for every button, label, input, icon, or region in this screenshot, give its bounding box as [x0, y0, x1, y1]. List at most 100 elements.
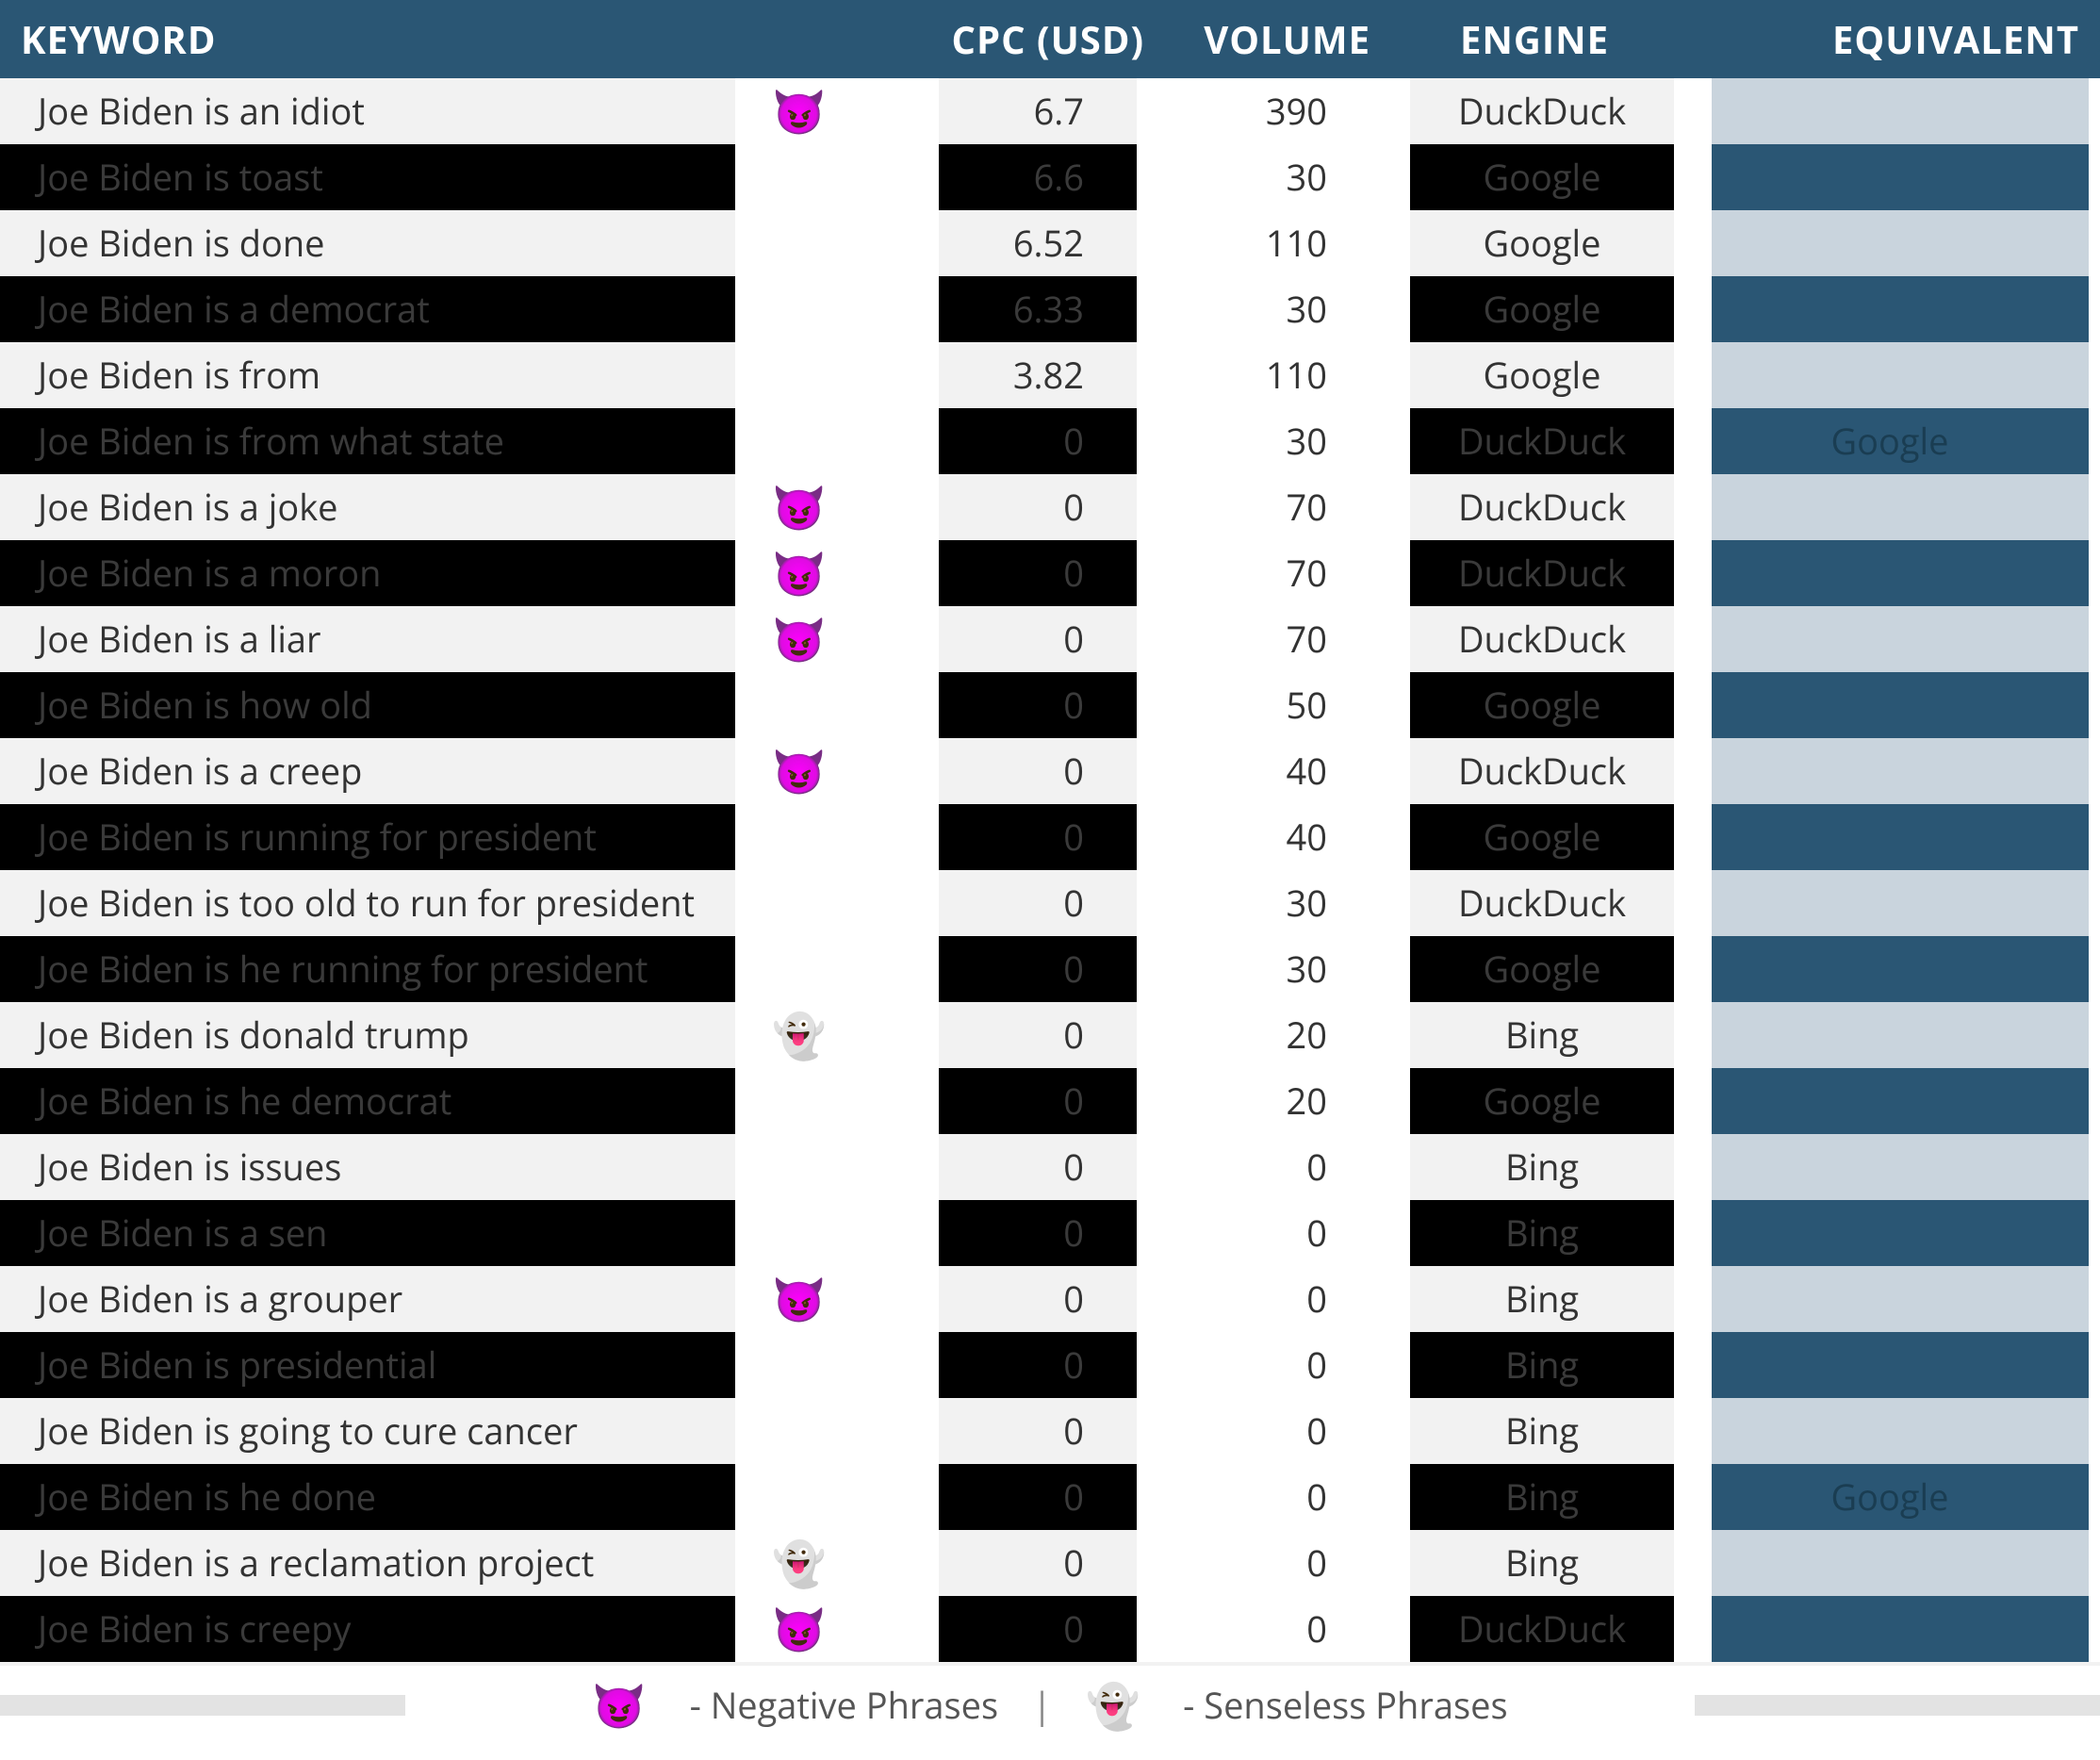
keyword-cell: Joe Biden is a joke — [0, 474, 735, 540]
table-row: Joe Biden is a sen00Bing — [0, 1200, 2100, 1266]
engine-cell: Bing — [1410, 1200, 1674, 1266]
volume-cell: 30 — [1174, 408, 1372, 474]
equivalent-cell — [1712, 276, 2089, 342]
keyword-cell: Joe Biden is an idiot — [0, 78, 735, 144]
cpc-cell: 0 — [939, 804, 1137, 870]
cpc-cell: 0 — [939, 1398, 1137, 1464]
equivalent-cell — [1712, 1596, 2089, 1662]
cpc-cell: 0 — [939, 540, 1137, 606]
devil-icon: 😈 — [772, 1277, 826, 1321]
volume-cell: 0 — [1174, 1530, 1372, 1596]
cpc-cell: 0 — [939, 1068, 1137, 1134]
keyword-cell: Joe Biden is a grouper — [0, 1266, 735, 1332]
keyword-cell: Joe Biden is he done — [0, 1464, 735, 1530]
volume-cell: 70 — [1174, 606, 1372, 672]
header-engine[interactable]: ENGINE — [1391, 0, 1678, 78]
cpc-cell: 0 — [939, 1530, 1137, 1596]
table-row: Joe Biden is too old to run for presiden… — [0, 870, 2100, 936]
tag-icon: 😈 — [735, 749, 863, 793]
table-row: Joe Biden is done6.52110Google — [0, 210, 2100, 276]
cpc-cell: 0 — [939, 1002, 1137, 1068]
table-row: Joe Biden is running for president040Goo… — [0, 804, 2100, 870]
equivalent-cell — [1712, 210, 2089, 276]
volume-cell: 30 — [1174, 936, 1372, 1002]
engine-cell: Bing — [1410, 1530, 1674, 1596]
header-cpc[interactable]: CPC (USD) — [901, 0, 1165, 78]
keyword-cell: Joe Biden is donald trump — [0, 1002, 735, 1068]
table-row: Joe Biden is he running for president030… — [0, 936, 2100, 1002]
tag-icon: 😈 — [735, 551, 863, 595]
volume-cell: 0 — [1174, 1200, 1372, 1266]
volume-cell: 20 — [1174, 1068, 1372, 1134]
keyword-cell: Joe Biden is going to cure cancer — [0, 1398, 735, 1464]
equivalent-cell — [1712, 1068, 2089, 1134]
volume-cell: 0 — [1174, 1596, 1372, 1662]
table-row: Joe Biden is a democrat6.3330Google — [0, 276, 2100, 342]
table-row: Joe Biden is from what state030DuckDuckG… — [0, 408, 2100, 474]
keyword-cell: Joe Biden is he democrat — [0, 1068, 735, 1134]
equivalent-cell — [1712, 1398, 2089, 1464]
table-body: Joe Biden is an idiot😈6.7390DuckDuckJoe … — [0, 78, 2100, 1662]
volume-cell: 20 — [1174, 1002, 1372, 1068]
tag-icon: 👻 — [735, 1541, 863, 1585]
equivalent-cell — [1712, 738, 2089, 804]
keyword-cell: Joe Biden is a creep — [0, 738, 735, 804]
table-row: Joe Biden is going to cure cancer00Bing — [0, 1398, 2100, 1464]
table-row: Joe Biden is presidential00Bing — [0, 1332, 2100, 1398]
engine-cell: DuckDuck — [1410, 474, 1674, 540]
keyword-cell: Joe Biden is from what state — [0, 408, 735, 474]
keyword-cell: Joe Biden is issues — [0, 1134, 735, 1200]
cpc-cell: 0 — [939, 474, 1137, 540]
equivalent-cell — [1712, 1002, 2089, 1068]
engine-cell: Bing — [1410, 1332, 1674, 1398]
volume-cell: 0 — [1174, 1266, 1372, 1332]
cpc-cell: 0 — [939, 672, 1137, 738]
legend-senseless: - Senseless Phrases — [1173, 1681, 1507, 1730]
engine-cell: DuckDuck — [1410, 1596, 1674, 1662]
cpc-cell: 0 — [939, 1464, 1137, 1530]
legend-negative: - Negative Phrases — [681, 1681, 998, 1730]
devil-icon: 😈 — [592, 1684, 646, 1727]
equivalent-cell — [1712, 78, 2089, 144]
keyword-cell: Joe Biden is presidential — [0, 1332, 735, 1398]
engine-cell: DuckDuck — [1410, 408, 1674, 474]
legend: 😈 - Negative Phrases | 👻 - Senseless Phr… — [0, 1662, 2100, 1745]
table-row: Joe Biden is a liar😈070DuckDuck — [0, 606, 2100, 672]
cpc-cell: 6.52 — [939, 210, 1137, 276]
volume-cell: 40 — [1174, 738, 1372, 804]
table-row: Joe Biden is a reclamation project👻00Bin… — [0, 1530, 2100, 1596]
equivalent-cell — [1712, 1134, 2089, 1200]
legend-separator: | — [1032, 1681, 1052, 1730]
engine-cell: Google — [1410, 672, 1674, 738]
volume-cell: 40 — [1174, 804, 1372, 870]
header-equivalent[interactable]: EQUIVALENT — [1678, 0, 2100, 78]
tag-icon: 😈 — [735, 1277, 863, 1321]
volume-cell: 0 — [1174, 1464, 1372, 1530]
volume-cell: 0 — [1174, 1332, 1372, 1398]
engine-cell: Google — [1410, 936, 1674, 1002]
table-row: Joe Biden is a grouper😈00Bing — [0, 1266, 2100, 1332]
tag-icon: 👻 — [735, 1013, 863, 1057]
volume-cell: 30 — [1174, 870, 1372, 936]
equivalent-cell — [1712, 144, 2089, 210]
header-volume[interactable]: VOLUME — [1165, 0, 1391, 78]
table-row: Joe Biden is a creep😈040DuckDuck — [0, 738, 2100, 804]
engine-cell: DuckDuck — [1410, 78, 1674, 144]
volume-cell: 390 — [1174, 78, 1372, 144]
engine-cell: DuckDuck — [1410, 606, 1674, 672]
cpc-cell: 0 — [939, 1596, 1137, 1662]
keyword-cell: Joe Biden is toast — [0, 144, 735, 210]
cpc-cell: 0 — [939, 606, 1137, 672]
equivalent-cell — [1712, 672, 2089, 738]
equivalent-cell — [1712, 870, 2089, 936]
engine-cell: DuckDuck — [1410, 738, 1674, 804]
keyword-cell: Joe Biden is done — [0, 210, 735, 276]
cpc-cell: 0 — [939, 870, 1137, 936]
keyword-cell: Joe Biden is running for president — [0, 804, 735, 870]
keyword-cell: Joe Biden is a moron — [0, 540, 735, 606]
engine-cell: Google — [1410, 342, 1674, 408]
header-keyword[interactable]: KEYWORD — [0, 0, 901, 78]
table-row: Joe Biden is toast6.630Google — [0, 144, 2100, 210]
cpc-cell: 6.33 — [939, 276, 1137, 342]
devil-icon: 😈 — [772, 749, 826, 793]
